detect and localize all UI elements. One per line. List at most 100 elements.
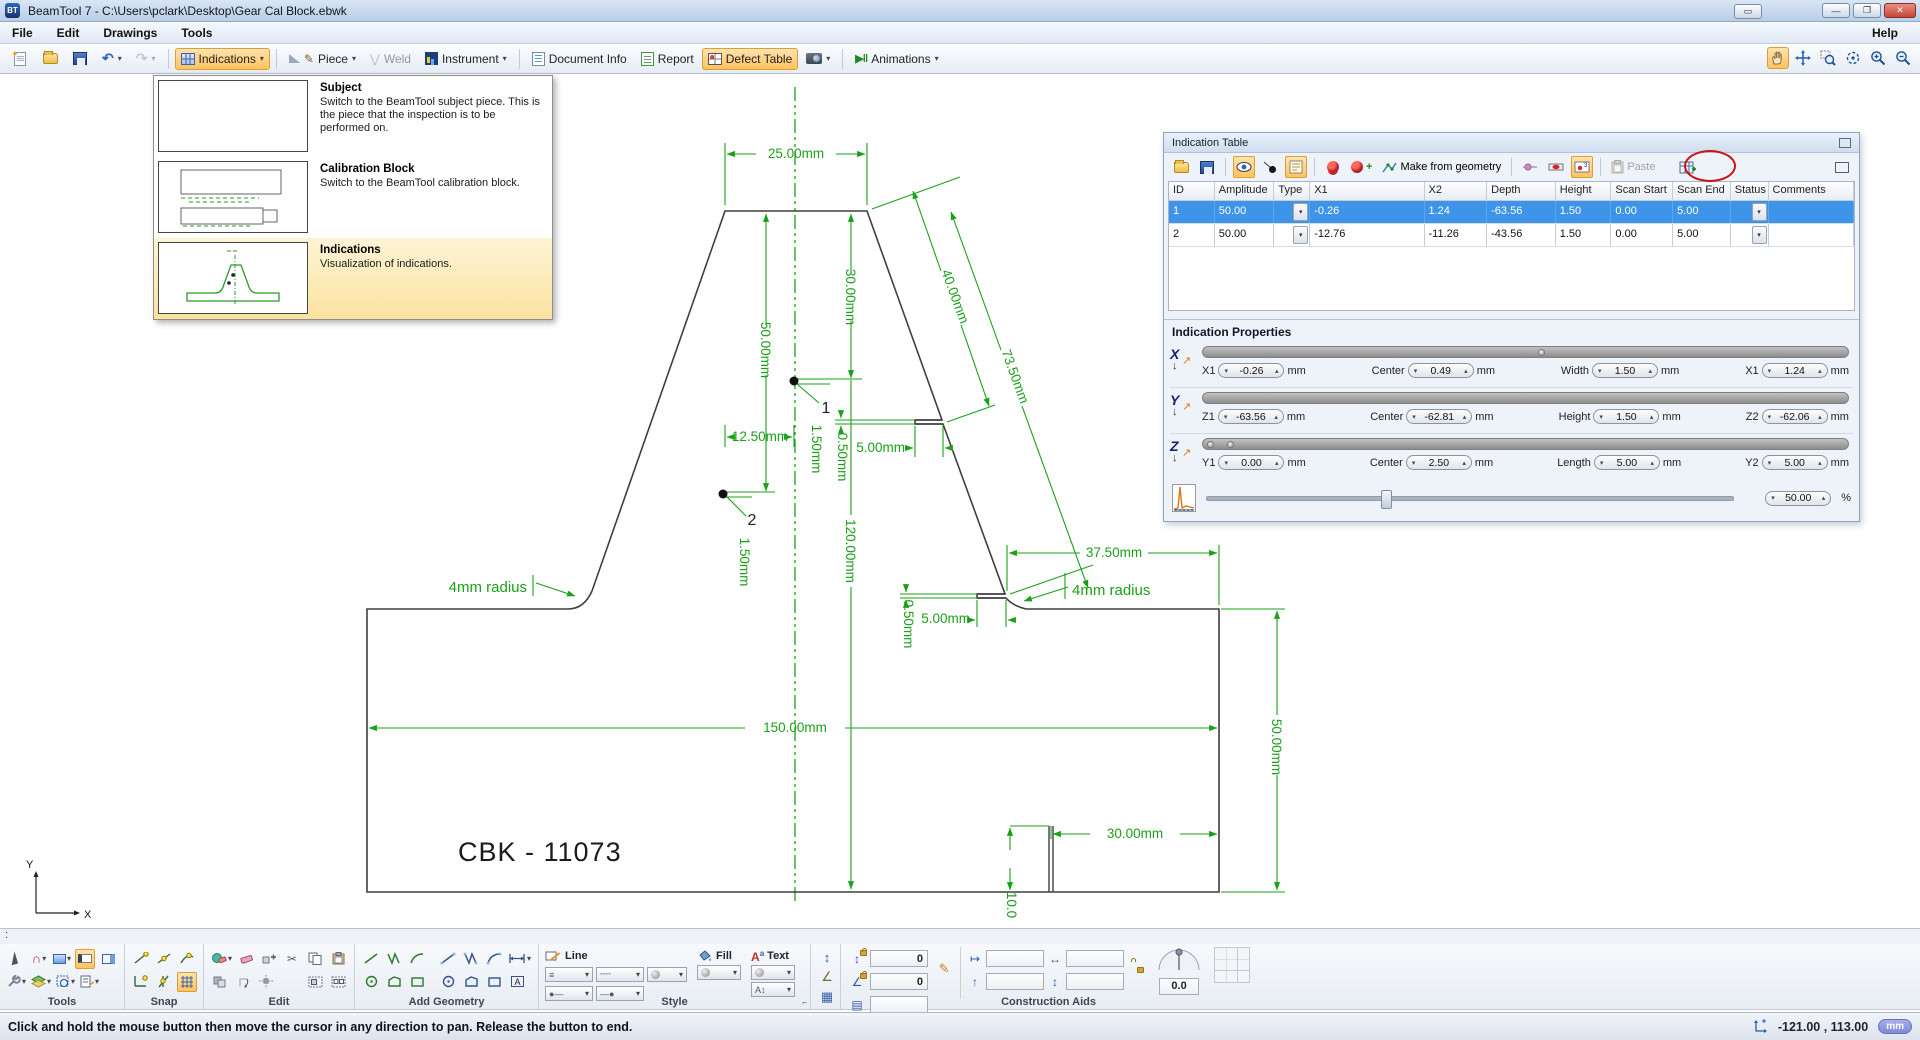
- cell-id[interactable]: 2: [1169, 224, 1215, 246]
- cell-id[interactable]: 1: [1169, 201, 1215, 223]
- cut-button[interactable]: ✂: [282, 949, 302, 969]
- spin-down-icon[interactable]: ▾: [1771, 494, 1775, 502]
- make-from-geometry-button[interactable]: Make from geometry: [1379, 156, 1504, 178]
- menu-drawings[interactable]: Drawings: [91, 22, 169, 44]
- add-arc-green-button[interactable]: [407, 949, 427, 969]
- cell-status[interactable]: ▾: [1731, 201, 1769, 223]
- slider-handle[interactable]: [1538, 349, 1545, 356]
- slider-handle[interactable]: [1207, 441, 1214, 448]
- send-backward-button[interactable]: [210, 972, 230, 992]
- value-spinner[interactable]: ▾-62.06▴: [1762, 409, 1828, 424]
- eraser-button[interactable]: [236, 949, 256, 969]
- style-dialog-launcher[interactable]: ⌐: [802, 998, 807, 1007]
- spin-down-icon[interactable]: ▾: [1224, 367, 1228, 375]
- add-arc-blue-button[interactable]: [484, 949, 504, 969]
- paste-button[interactable]: Paste: [1608, 156, 1658, 178]
- locked-angle-field[interactable]: [870, 973, 928, 990]
- column-header-depth[interactable]: Depth: [1487, 182, 1556, 200]
- indication-2-marker[interactable]: [719, 490, 728, 499]
- range-slider-x[interactable]: [1202, 346, 1849, 358]
- spin-up-icon[interactable]: ▴: [1650, 413, 1654, 421]
- zoom-out-button[interactable]: [1892, 47, 1914, 69]
- cell-type[interactable]: ▾: [1274, 224, 1310, 246]
- layers-button[interactable]: ▾: [30, 972, 52, 992]
- column-header-type[interactable]: Type: [1274, 182, 1310, 200]
- spin-down-icon[interactable]: ▾: [1598, 367, 1602, 375]
- line-color-dropdown[interactable]: ▾: [647, 967, 687, 982]
- aspect-lock-icon[interactable]: [1130, 961, 1150, 979]
- cell-scan_end[interactable]: 5.00: [1673, 201, 1731, 223]
- spin-down-icon[interactable]: ▾: [1768, 459, 1772, 467]
- indication-1-marker[interactable]: [790, 377, 799, 386]
- cell-depth[interactable]: -43.56: [1487, 224, 1556, 246]
- zoom-dynamic-button[interactable]: [1842, 47, 1864, 69]
- amplitude-slider[interactable]: [1206, 496, 1734, 501]
- add-indication-button[interactable]: +: [1348, 156, 1375, 178]
- intersection-snap-button[interactable]: [154, 972, 174, 992]
- copy-button[interactable]: [305, 949, 325, 969]
- value-spinner[interactable]: ▾0.00▴: [1218, 455, 1284, 470]
- minimize-button[interactable]: —: [1822, 3, 1850, 18]
- view-mode-1-button[interactable]: [1519, 156, 1541, 178]
- value-spinner[interactable]: ▾5.00▴: [1762, 455, 1828, 470]
- weld-button[interactable]: ⋁ Weld: [364, 48, 417, 70]
- menu-help[interactable]: Help: [1860, 22, 1910, 44]
- move-button[interactable]: [256, 972, 276, 992]
- cell-comments[interactable]: [1769, 224, 1854, 246]
- add-polygon-green-button[interactable]: [384, 972, 404, 992]
- remove-indication-button[interactable]: [1322, 156, 1344, 178]
- animations-button[interactable]: ▶‖ Animations▾: [849, 48, 944, 70]
- instrument-button[interactable]: Instrument▾: [419, 48, 513, 70]
- settings-wrench-button[interactable]: ▾: [6, 972, 27, 992]
- cell-x1[interactable]: -0.26: [1310, 201, 1424, 223]
- cell-depth[interactable]: -63.56: [1487, 201, 1556, 223]
- width-field[interactable]: [1066, 950, 1124, 967]
- spin-down-icon[interactable]: ▾: [1599, 413, 1603, 421]
- angle-dial-field[interactable]: [1159, 978, 1199, 995]
- amplitude-value-spinner[interactable]: ▾ 50.00 ▴: [1765, 491, 1831, 506]
- spin-up-icon[interactable]: ▴: [1818, 459, 1822, 467]
- document-info-button[interactable]: Document Info: [526, 48, 633, 70]
- panel-toggle-button[interactable]: [98, 949, 118, 969]
- dropdown-item-calibration-block[interactable]: Calibration BlockSwitch to the BeamTool …: [154, 157, 552, 238]
- spin-down-icon[interactable]: ▾: [1224, 459, 1228, 467]
- resize-button[interactable]: [259, 949, 279, 969]
- shape-tool-button[interactable]: ▾: [210, 949, 233, 969]
- table-row[interactable]: 250.00▾-12.76-11.26-43.561.500.005.00▾: [1169, 224, 1854, 247]
- layout-switch-button[interactable]: ▭: [1734, 4, 1762, 19]
- close-button[interactable]: ✕: [1884, 3, 1916, 18]
- add-circle-green-button[interactable]: [361, 972, 381, 992]
- spin-down-icon[interactable]: ▾: [1412, 413, 1416, 421]
- layout-button[interactable]: ▾: [52, 949, 72, 969]
- properties-toggle[interactable]: [1285, 156, 1307, 178]
- value-spinner[interactable]: ▾1.24▴: [1762, 363, 1828, 378]
- midpoint-snap-button[interactable]: [154, 949, 174, 969]
- select-cursor-button[interactable]: [6, 949, 26, 969]
- indications-button[interactable]: Indications▾: [175, 48, 270, 70]
- defect-table-button[interactable]: Defect Table: [702, 48, 799, 70]
- cell-scan_end[interactable]: 5.00: [1673, 224, 1731, 246]
- menu-tools[interactable]: Tools: [169, 22, 224, 44]
- annotate-button[interactable]: ▾: [79, 972, 100, 992]
- cell-comments[interactable]: [1769, 201, 1854, 223]
- cell-x2[interactable]: -11.26: [1425, 224, 1488, 246]
- add-line-blue-button[interactable]: [438, 949, 458, 969]
- range-slider-y[interactable]: [1202, 392, 1849, 404]
- add-dimension-button[interactable]: ▾: [507, 949, 532, 969]
- magnet-snap-button[interactable]: ∩▾: [29, 949, 49, 969]
- cell-scan_start[interactable]: 0.00: [1611, 201, 1673, 223]
- cell-status[interactable]: ▾: [1731, 224, 1769, 246]
- spin-up-icon[interactable]: ▴: [1275, 459, 1279, 467]
- add-rect-blue-button[interactable]: [484, 972, 504, 992]
- panel-dock-icon[interactable]: [1839, 138, 1851, 148]
- grid-snap-button[interactable]: [177, 972, 197, 992]
- spin-up-icon[interactable]: ▴: [1822, 494, 1826, 502]
- column-header-scan_end[interactable]: Scan End: [1673, 182, 1731, 200]
- value-spinner[interactable]: ▾5.00▴: [1594, 455, 1660, 470]
- drawing-canvas[interactable]: 25.00mm30.00mm50.00mm40.00mm73.50mm11.50…: [0, 75, 1920, 928]
- line-width-dropdown[interactable]: ≡▾: [545, 967, 593, 982]
- panel-title-bar[interactable]: Indication Table: [1164, 133, 1859, 153]
- column-header-id[interactable]: ID: [1169, 182, 1215, 200]
- piece-button[interactable]: ✎ Piece▾: [283, 48, 362, 70]
- save-button[interactable]: [66, 48, 94, 70]
